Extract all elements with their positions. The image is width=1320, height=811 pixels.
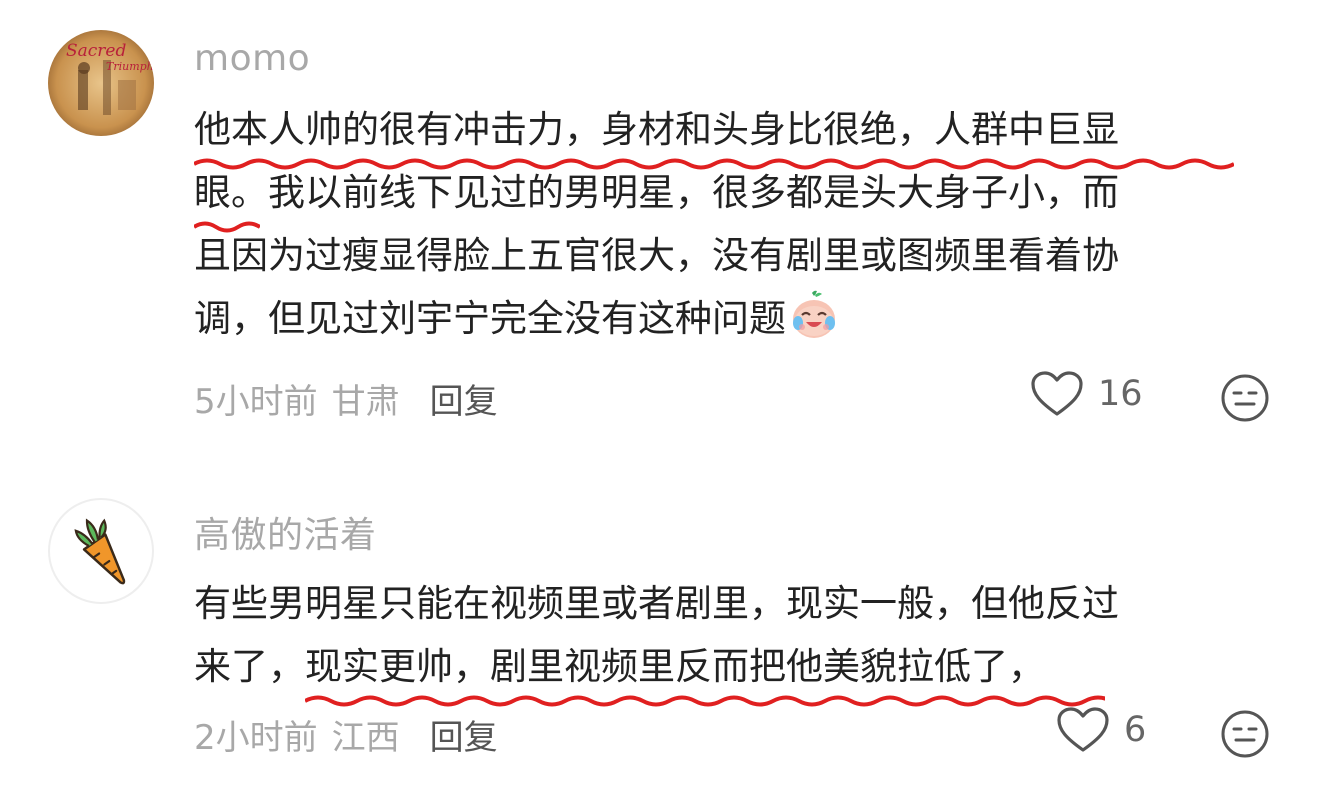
like-count: 16 — [1098, 374, 1143, 414]
timestamp: 5小时前 — [194, 382, 318, 422]
sacred-triumph-avatar-icon: Sacred Triumph — [48, 30, 154, 136]
comment-item: 高傲的活着 有些男明星只能在视频里或者剧里，现实一般，但他反过 来了， 现实更帅… — [0, 470, 1320, 811]
dislike-button[interactable] — [1220, 373, 1270, 423]
neutral-face-icon — [1221, 374, 1269, 422]
highlighted-text: 现实更帅，剧里视频里反而把他美貌拉低了， — [305, 635, 1105, 707]
comment-item: Sacred Triumph momo 他本人帅的很有冲击力，身材和头身比很绝，… — [0, 0, 1320, 450]
location: 甘肃 — [331, 382, 400, 422]
comment-text: 他本人帅的很有冲击力，身材和头身比很绝，人群中巨显 眼 。我以前线下见过的男明星… — [194, 98, 1244, 350]
reply-button[interactable]: 回复 — [430, 718, 498, 758]
avatar[interactable]: Sacred Triumph — [48, 30, 154, 136]
timestamp: 2小时前 — [194, 718, 318, 758]
like-count: 6 — [1124, 710, 1147, 750]
location: 江西 — [331, 718, 400, 758]
neutral-face-icon — [1221, 710, 1269, 758]
dislike-button[interactable] — [1220, 709, 1270, 759]
username[interactable]: 高傲的活着 — [194, 506, 377, 558]
comment-meta: 5小时前 甘肃 回复 — [194, 374, 498, 423]
heart-icon — [1031, 371, 1083, 416]
highlighted-text: 他本人帅的很有冲击力，身材和头身比很绝，人群中巨显 — [194, 98, 1234, 170]
comment-line: 。我以前线下见过的男明星，很多都是头大身子小，而 — [231, 171, 1119, 214]
reply-button[interactable]: 回复 — [430, 382, 498, 422]
comment-meta: 2小时前 江西 回复 — [194, 710, 498, 759]
comment-line: 且因为过瘦显得脸上五官很大，没有剧里或图频里看着协 — [194, 234, 1119, 277]
comment-line: 调，但见过刘宇宁完全没有这种问题 — [194, 297, 786, 340]
like-button[interactable]: 16 — [1030, 370, 1143, 418]
highlighted-text: 眼 — [194, 161, 260, 233]
heart-icon — [1057, 707, 1109, 752]
comment-line: 眼 — [194, 171, 231, 214]
comment-text: 有些男明星只能在视频里或者剧里，现实一般，但他反过 来了， 现实更帅，剧里视频里… — [194, 572, 1244, 707]
wavy-underline — [305, 695, 1105, 707]
carrot-avatar-icon — [74, 518, 126, 585]
avatar[interactable] — [48, 498, 154, 604]
comment-line: 现实更帅，剧里视频里反而把他美貌拉低了， — [305, 645, 1045, 688]
avatar-text-top: Sacred — [66, 41, 126, 61]
username[interactable]: momo — [194, 38, 310, 79]
avatar-text-bottom: Triumph — [106, 60, 154, 73]
comment-line: 他本人帅的很有冲击力，身材和头身比很绝，人群中巨显 — [194, 108, 1119, 151]
like-button[interactable]: 6 — [1056, 706, 1146, 754]
comment-line: 来了， — [194, 645, 305, 688]
crying-laughing-peach-emoji-icon — [788, 289, 840, 341]
comment-line: 有些男明星只能在视频里或者剧里，现实一般，但他反过 — [194, 582, 1119, 625]
